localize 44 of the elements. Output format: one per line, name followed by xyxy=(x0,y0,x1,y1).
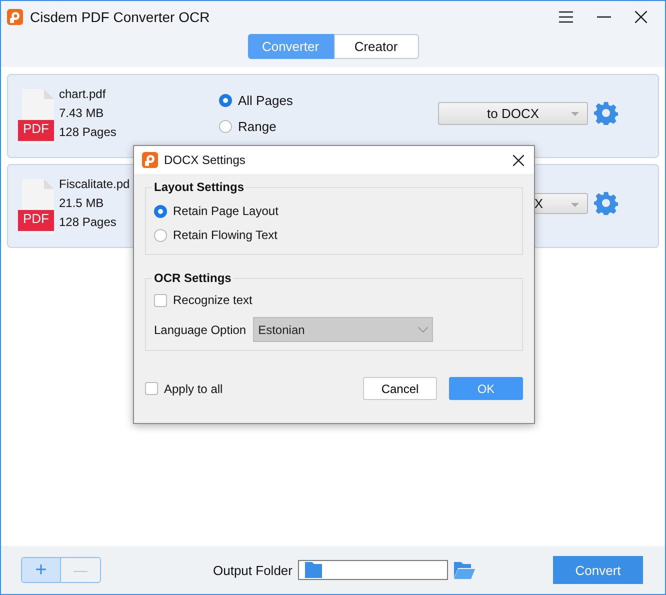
app-logo-icon xyxy=(7,9,23,25)
window-title: Cisdem PDF Converter OCR xyxy=(30,9,210,25)
file-name: Fiscalitate.pd xyxy=(59,177,130,191)
format-dropdown[interactable]: to DOCX xyxy=(438,102,588,124)
radio-label: All Pages xyxy=(238,92,293,108)
radio-button[interactable] xyxy=(219,94,232,106)
radio-label: Retain Flowing Text xyxy=(173,228,278,242)
app-logo-icon xyxy=(142,152,158,168)
output-folder-label: Output Folder xyxy=(213,562,292,578)
language-label: Language Option xyxy=(154,322,246,336)
radio-label: Retain Page Layout xyxy=(173,204,278,218)
page-count: 128 Pages xyxy=(59,215,116,229)
page-count: 128 Pages xyxy=(59,125,116,139)
checkbox[interactable] xyxy=(145,382,158,395)
checkbox[interactable] xyxy=(154,294,167,306)
ok-button[interactable]: OK xyxy=(449,377,523,400)
pdf-label: PDF xyxy=(22,210,50,228)
group-title: Layout Settings xyxy=(153,180,246,194)
close-icon[interactable] xyxy=(513,154,524,166)
checkbox-label: Recognize text xyxy=(173,293,252,307)
tab[interactable]: Creator xyxy=(334,34,418,59)
group-title: OCR Settings xyxy=(153,271,232,285)
convert-button[interactable]: Convert xyxy=(553,556,643,584)
output-folder-field[interactable] xyxy=(298,560,448,580)
close-icon[interactable] xyxy=(635,11,647,23)
radio-label: Range xyxy=(238,118,276,134)
file-size: 21.5 MB xyxy=(59,196,104,210)
menu-icon[interactable] xyxy=(559,11,573,23)
cancel-button[interactable]: Cancel xyxy=(363,377,437,400)
folder-icon xyxy=(304,562,322,578)
radio-button[interactable] xyxy=(154,204,167,218)
settings-icon[interactable] xyxy=(594,191,618,215)
settings-icon[interactable] xyxy=(594,101,618,125)
file-size: 7.43 MB xyxy=(59,106,104,120)
tab[interactable]: Converter xyxy=(248,34,334,59)
file-name: chart.pdf xyxy=(59,87,106,101)
radio-button[interactable] xyxy=(154,228,167,242)
chevron-down-icon xyxy=(418,326,428,332)
add-button[interactable]: + xyxy=(22,558,61,582)
pdf-label: PDF xyxy=(22,120,50,138)
checkbox-label: Apply to all xyxy=(164,382,223,396)
open-folder-icon[interactable] xyxy=(452,560,474,580)
radio-button[interactable] xyxy=(219,120,232,132)
dialog-title: DOCX Settings xyxy=(164,153,246,167)
